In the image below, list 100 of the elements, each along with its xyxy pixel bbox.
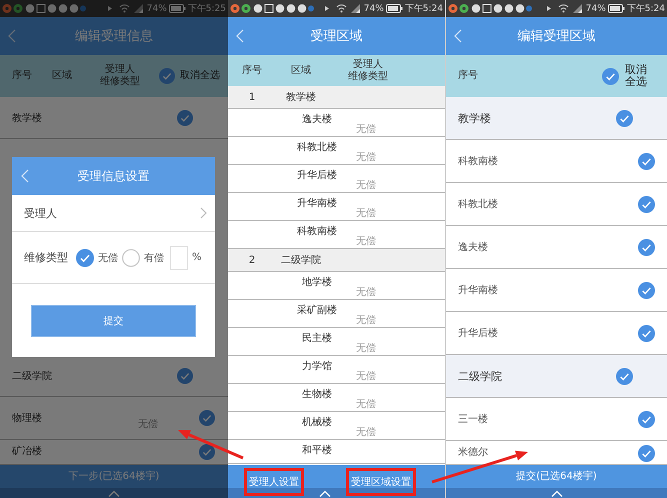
percent-field[interactable] [170, 246, 188, 270]
back-icon[interactable] [8, 29, 16, 43]
building-name: 米德尔 [458, 446, 489, 459]
repair-type: 无偿 [356, 370, 376, 383]
repair-type: 无偿 [356, 398, 376, 411]
checkbox[interactable] [199, 444, 215, 460]
checkbox[interactable] [638, 445, 655, 462]
repair-type: 无偿 [356, 179, 376, 192]
back-icon[interactable] [21, 169, 29, 183]
footer-button[interactable]: 受理人设置 [244, 468, 304, 496]
screen-title: 编辑受理区域 [516, 28, 596, 45]
repair-type: 无偿 [356, 235, 376, 248]
column-header: 取消 [625, 64, 647, 76]
building-name: 民主楼 [301, 332, 333, 346]
radio-button[interactable] [122, 248, 140, 266]
checkbox[interactable] [616, 110, 633, 126]
battery-icon [608, 4, 625, 13]
caret-icon[interactable] [319, 490, 331, 497]
radio-button[interactable] [76, 248, 94, 266]
signal-icons-drawing [106, 3, 145, 14]
column-header: 取消全选 [180, 70, 220, 82]
clock: 下午5:24 [626, 2, 665, 15]
repair-type: 无偿 [356, 286, 376, 299]
group-name: 教学楼 [458, 110, 492, 126]
column-header: 受理人 [105, 64, 135, 76]
checkbox[interactable] [638, 410, 655, 428]
option-label: 有偿 [144, 252, 164, 264]
battery-level: 74% [586, 4, 606, 14]
column-header: 序号 [12, 70, 32, 82]
checkbox[interactable] [177, 368, 193, 384]
select-all-checkbox[interactable] [159, 68, 175, 84]
checkbox[interactable] [638, 282, 655, 298]
checkbox[interactable] [638, 238, 655, 256]
select-all-checkbox[interactable] [602, 68, 619, 84]
pointer-arrow [178, 430, 244, 460]
building-name: 采矿副楼 [296, 304, 338, 318]
battery-level: 74% [364, 4, 384, 14]
column-header: 区域 [291, 64, 311, 76]
submit-button[interactable]: 提交 [31, 304, 196, 336]
signal-icons-drawing [546, 3, 584, 14]
dialog-title: 受理信息设置 [76, 168, 150, 184]
building-name: 地学楼 [301, 276, 333, 290]
building-name: 机械楼 [301, 416, 333, 430]
building-name: 力学馆 [301, 360, 333, 374]
footer-button[interactable]: 受理区域设置 [346, 468, 416, 496]
checkbox[interactable] [638, 324, 655, 342]
column-header: 维修类型 [100, 76, 140, 88]
group-name: 教学楼 [285, 90, 317, 104]
building-name: 三一楼 [458, 412, 489, 426]
column-header: 维修类型 [348, 70, 388, 82]
chevron-right-icon[interactable] [200, 207, 207, 219]
building-name: 升华南楼 [458, 284, 499, 297]
checkbox[interactable] [638, 152, 655, 170]
clock: 下午5:24 [404, 2, 443, 15]
screen-title: 受理区域 [310, 28, 364, 45]
building-name: 科教南楼 [296, 224, 338, 239]
building-name: 升华后楼 [296, 168, 338, 183]
building-name: 升华后楼 [458, 326, 499, 340]
group-name: 教学楼 [12, 112, 43, 124]
option-label: 无偿 [98, 252, 118, 264]
battery-icon [168, 4, 186, 13]
checkbox[interactable] [616, 368, 633, 384]
back-icon[interactable] [236, 29, 244, 43]
column-header: 序号 [242, 64, 262, 76]
battery-level: 74% [146, 4, 167, 14]
building-name: 物理楼 [12, 412, 43, 425]
building-name: 矿冶楼 [12, 444, 43, 458]
repair-type: 无偿 [356, 426, 376, 439]
checkbox[interactable] [199, 410, 215, 426]
repair-type: 无偿 [356, 207, 376, 220]
column-header: 序号 [458, 70, 478, 82]
building-name: 生物楼 [301, 388, 333, 402]
building-name: 升华南楼 [296, 196, 338, 211]
assignee-row[interactable]: 受理人 [12, 195, 215, 232]
building-name: 科教南楼 [458, 154, 499, 168]
group-name: 二级学院 [280, 254, 322, 267]
repair-type: 无偿 [356, 342, 376, 355]
field-label: 受理人 [24, 206, 58, 220]
group-name: 二级学院 [458, 368, 503, 384]
building-name: 逸夫楼 [301, 112, 333, 127]
signal-icons-drawing [324, 3, 362, 14]
column-header: 区域 [52, 70, 72, 82]
back-icon[interactable] [454, 29, 462, 43]
group-name: 二级学院 [12, 370, 53, 382]
column-header: 受理人 [353, 58, 383, 70]
repair-type: 无偿 [356, 123, 376, 136]
repair-type: 无偿 [138, 418, 158, 431]
percent-unit: % [192, 252, 202, 263]
battery-icon [386, 4, 403, 13]
caret-icon[interactable] [550, 490, 562, 496]
repair-type: 无偿 [356, 151, 376, 164]
caret-icon[interactable] [108, 490, 120, 496]
checkbox[interactable] [177, 110, 193, 126]
checkbox[interactable] [638, 196, 655, 212]
building-name: 科教北楼 [296, 140, 338, 155]
screen-title: 编辑受理信息 [74, 28, 154, 45]
building-name: 科教北楼 [458, 198, 499, 211]
building-name: 逸夫楼 [458, 240, 489, 254]
repair-type: 无偿 [356, 314, 376, 327]
building-name: 和平楼 [301, 444, 333, 458]
